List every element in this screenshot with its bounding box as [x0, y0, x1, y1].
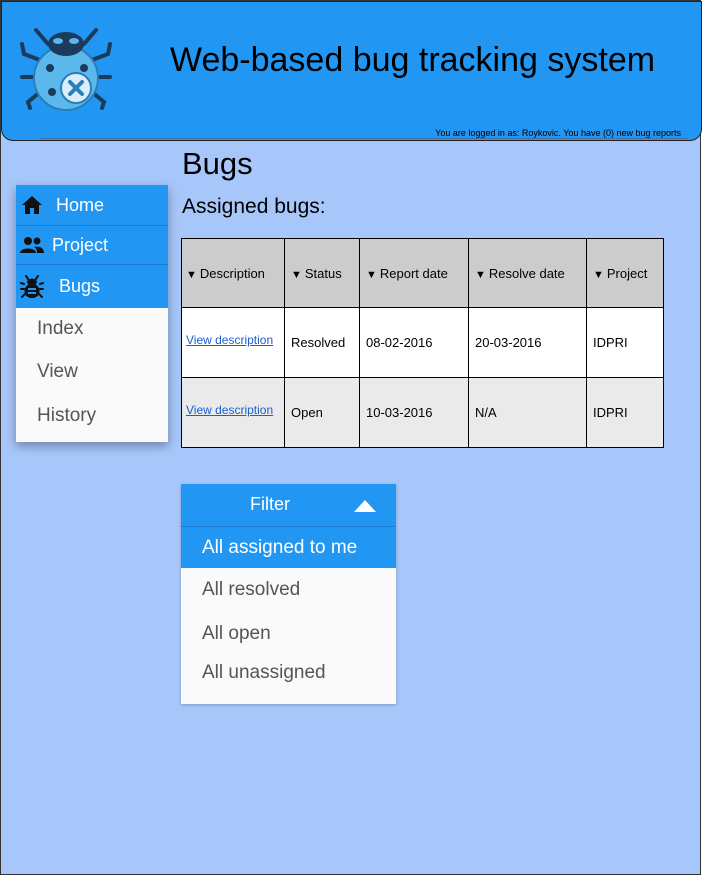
sort-down-icon: ▼ [593, 268, 604, 281]
bug-logo-icon [20, 28, 112, 111]
sidebar-subitem-view[interactable]: View [37, 361, 78, 383]
bug-icon [19, 274, 45, 300]
column-header-project[interactable]: ▼ Project [586, 238, 664, 308]
page-title: Bugs [182, 146, 253, 181]
sidebar-item-label: Bugs [59, 276, 101, 296]
sidebar-item-label: Project [52, 234, 109, 255]
table-cell-report-date: 08-02-2016 [359, 307, 469, 378]
table-cell-resolve-date: N/A [468, 377, 587, 448]
column-header-report-date[interactable]: ▼ Report date [359, 238, 469, 308]
sort-down-icon: ▼ [186, 268, 197, 281]
home-icon [19, 192, 45, 218]
app-frame: Web-based bug tracking system You are lo… [0, 0, 702, 875]
chevron-up-icon [354, 500, 376, 512]
filter-toggle-button[interactable]: Filter [181, 484, 396, 526]
view-description-link[interactable]: View description [186, 403, 273, 417]
column-header-label: Resolve date [488, 265, 565, 281]
section-title: Assigned bugs: [182, 195, 326, 218]
filter-label: Filter [250, 494, 290, 514]
sidebar-item-home[interactable]: Home [16, 185, 168, 226]
table-cell-project: IDPRI [586, 307, 664, 378]
filter-dropdown: Filter All assigned to me All resolved A… [181, 484, 396, 704]
sidebar-menu: Home Project Bugs Index View History [16, 185, 168, 442]
sidebar-subitem-history[interactable]: History [37, 405, 96, 427]
sort-down-icon: ▼ [366, 268, 377, 281]
column-header-label: Description [199, 265, 265, 281]
table-row: View description Resolved 08-02-2016 20-… [181, 307, 664, 378]
app-title: Web-based bug tracking system [170, 41, 656, 79]
filter-option-assigned-to-me[interactable]: All assigned to me [181, 526, 396, 568]
table-cell-description: View description [181, 377, 285, 448]
table-cell-description: View description [181, 307, 285, 378]
filter-option-resolved[interactable]: All resolved [181, 579, 396, 601]
column-header-label: Report date [379, 265, 448, 281]
people-icon [19, 232, 45, 258]
sidebar-item-label: Home [56, 194, 105, 215]
app-header: Web-based bug tracking system You are lo… [1, 1, 702, 141]
table-cell-status: Open [284, 377, 360, 448]
sidebar-subitem-index[interactable]: Index [37, 318, 83, 340]
table-cell-resolve-date: 20-03-2016 [468, 307, 587, 378]
column-header-label: Project [606, 265, 648, 281]
sidebar-item-project[interactable]: Project [16, 226, 168, 265]
table-header-row: ▼ Description ▼ Status ▼ Report date ▼ Resol… [181, 238, 664, 308]
table-row: View description Open 10-03-2016 N/A IDP… [181, 377, 664, 448]
column-header-resolve-date[interactable]: ▼ Resolve date [468, 238, 587, 308]
table-cell-project: IDPRI [586, 377, 664, 448]
assigned-bugs-table: ▼ Description ▼ Status ▼ Report date ▼ Resol… [181, 238, 664, 448]
sort-down-icon: ▼ [475, 268, 486, 281]
column-header-description[interactable]: ▼ Description [181, 238, 285, 308]
login-status: You are logged in as: Roykovic. You have… [435, 128, 681, 138]
sort-down-icon: ▼ [291, 268, 302, 281]
filter-option-unassigned[interactable]: All unassigned [181, 662, 396, 684]
column-header-status[interactable]: ▼ Status [284, 238, 360, 308]
table-cell-report-date: 10-03-2016 [359, 377, 469, 448]
sidebar-item-bugs[interactable]: Bugs [16, 265, 168, 308]
view-description-link[interactable]: View description [186, 333, 273, 347]
header-divider [40, 138, 687, 139]
table-cell-status: Resolved [284, 307, 360, 378]
column-header-label: Status [304, 265, 342, 281]
filter-option-open[interactable]: All open [181, 623, 396, 645]
